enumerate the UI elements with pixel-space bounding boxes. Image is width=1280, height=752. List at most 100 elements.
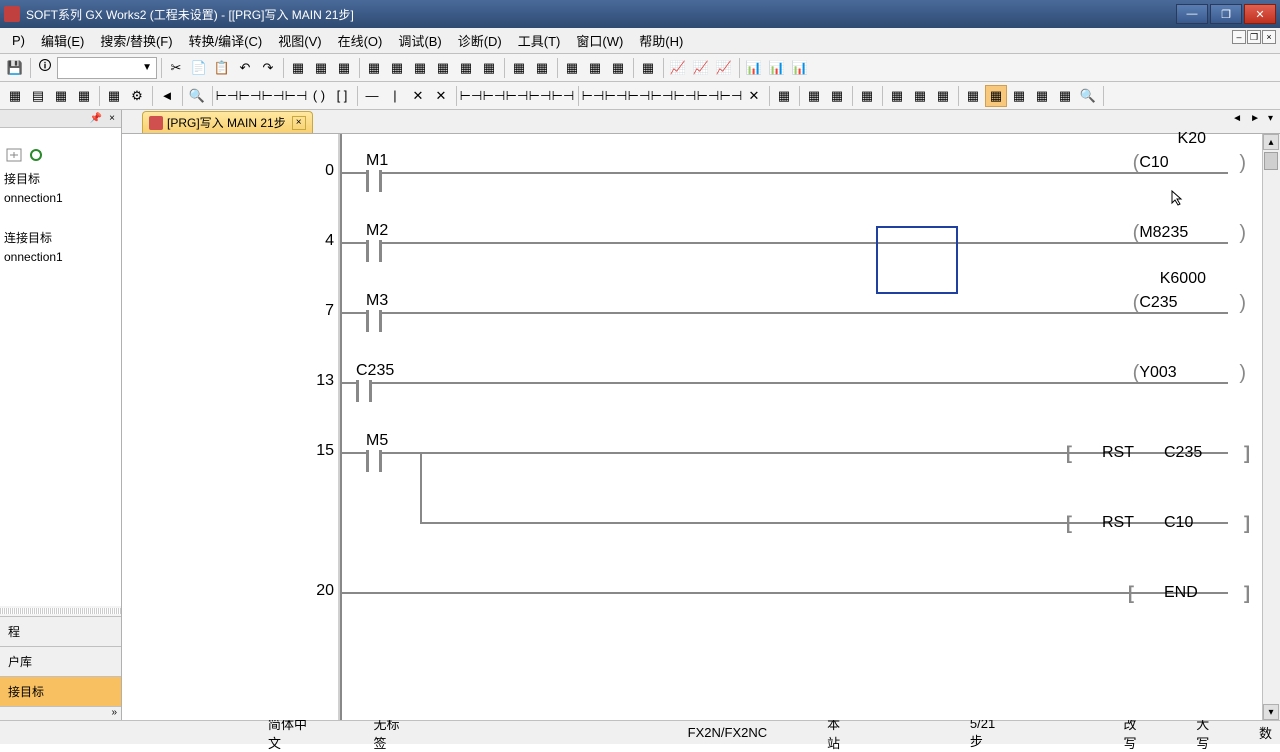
trace2-button[interactable]: 📈	[690, 57, 712, 79]
remote-button[interactable]: ▦	[637, 57, 659, 79]
monitor-button[interactable]: ▦	[432, 57, 454, 79]
read-button[interactable]: ▦	[386, 57, 408, 79]
sfc-button[interactable]: ▦	[50, 85, 72, 107]
l5-button[interactable]: ⊢⊣	[552, 85, 574, 107]
l9-button[interactable]: ⊢⊣	[651, 85, 673, 107]
plc-write-button[interactable]: ▦	[508, 57, 530, 79]
menu-tools[interactable]: 工具(T)	[510, 29, 569, 52]
verify-button[interactable]: ▦	[409, 57, 431, 79]
l4-button[interactable]: ⊢⊣	[529, 85, 551, 107]
menu-convert[interactable]: 转换/编译(C)	[181, 29, 271, 52]
l6-button[interactable]: ⊢⊣	[582, 85, 604, 107]
trace6-button[interactable]: 📊	[789, 57, 811, 79]
l16-button[interactable]: ▦	[856, 85, 878, 107]
document-tab-close-button[interactable]: ×	[292, 116, 306, 130]
device3-button[interactable]: ▦	[607, 57, 629, 79]
redo-button[interactable]: ↷	[257, 57, 279, 79]
func-button[interactable]: [ ]	[331, 85, 353, 107]
del-button[interactable]: ✕	[743, 85, 765, 107]
monitor-write-button[interactable]: ▦	[455, 57, 477, 79]
st-button[interactable]: ▦	[73, 85, 95, 107]
contact-close-button[interactable]: ⊢⊣	[239, 85, 261, 107]
l11-button[interactable]: ⊢⊣	[697, 85, 719, 107]
trace3-button[interactable]: 📈	[713, 57, 735, 79]
settings-button[interactable]: ⚙	[126, 85, 148, 107]
l7-button[interactable]: ⊢⊣	[605, 85, 627, 107]
simulation-button[interactable]: ▦	[478, 57, 500, 79]
mdi-restore-button[interactable]: ❐	[1247, 30, 1261, 44]
l24-button[interactable]: ▦	[1054, 85, 1076, 107]
l18-button[interactable]: ▦	[909, 85, 931, 107]
menu-window[interactable]: 窗口(W)	[568, 29, 631, 52]
tree-expand-icon[interactable]	[6, 148, 22, 162]
panel-scroll-right[interactable]: »	[0, 706, 121, 720]
paste-button[interactable]: 📋	[211, 57, 233, 79]
device-button[interactable]: ▦	[561, 57, 583, 79]
contact-open-button[interactable]: ⊢⊣	[216, 85, 238, 107]
menu-online[interactable]: 在线(O)	[330, 29, 391, 52]
l25-button[interactable]: 🔍	[1077, 85, 1099, 107]
tab-nav-prev-button[interactable]: ◄	[1229, 112, 1245, 125]
maximize-button[interactable]: ❐	[1210, 4, 1242, 24]
contact-rise-button[interactable]: ⊢⊣	[262, 85, 284, 107]
mdi-close-button[interactable]: ×	[1262, 30, 1276, 44]
l23-button[interactable]: ▦	[1031, 85, 1053, 107]
del-hline-button[interactable]: ✕	[407, 85, 429, 107]
l8-button[interactable]: ⊢⊣	[628, 85, 650, 107]
trace1-button[interactable]: 📈	[667, 57, 689, 79]
grid-button[interactable]: ▦	[4, 85, 26, 107]
l10-button[interactable]: ⊢⊣	[674, 85, 696, 107]
list-button[interactable]: ▤	[27, 85, 49, 107]
device2-button[interactable]: ▦	[584, 57, 606, 79]
l20-button[interactable]: ▦	[962, 85, 984, 107]
l22-button[interactable]: ▦	[1008, 85, 1030, 107]
l14-button[interactable]: ▦	[803, 85, 825, 107]
write-button[interactable]: ▦	[363, 57, 385, 79]
find-button[interactable]: 🔍	[186, 85, 208, 107]
del-vline-button[interactable]: ✕	[430, 85, 452, 107]
contact-fall-button[interactable]: ⊢⊣	[285, 85, 307, 107]
scroll-thumb[interactable]	[1264, 152, 1278, 170]
panel-pin-button[interactable]: 📌	[89, 112, 103, 126]
menu-diagnosis[interactable]: 诊断(D)	[450, 29, 510, 52]
menu-search[interactable]: 搜索/替换(F)	[92, 29, 180, 52]
trace5-button[interactable]: 📊	[766, 57, 788, 79]
coil-button[interactable]: ( )	[308, 85, 330, 107]
compile-all-button[interactable]: ▦	[310, 57, 332, 79]
tree-refresh-icon[interactable]	[28, 148, 44, 162]
ladder-editor[interactable]: 0 M1 K20 (C10) 4	[122, 134, 1262, 720]
l1-button[interactable]: ⊢⊣	[460, 85, 482, 107]
copy-button[interactable]: 📄	[188, 57, 210, 79]
nav-back-button[interactable]: ◄	[156, 85, 178, 107]
l17-button[interactable]: ▦	[886, 85, 908, 107]
tree-item-1[interactable]: onnection1	[4, 189, 117, 207]
document-tab[interactable]: [PRG]写入 MAIN 21步 ×	[142, 111, 313, 133]
cut-button[interactable]: ✂	[165, 57, 187, 79]
panel-divider[interactable]	[0, 608, 121, 614]
menu-debug[interactable]: 调试(B)	[390, 29, 449, 52]
l2-button[interactable]: ⊢⊣	[483, 85, 505, 107]
tree-item-2[interactable]: onnection1	[4, 248, 117, 266]
menu-project[interactable]: P)	[4, 31, 33, 50]
help-icon[interactable]: 🛈	[34, 57, 56, 79]
menu-edit[interactable]: 编辑(E)	[33, 29, 92, 52]
panel-close-button[interactable]: ×	[105, 112, 119, 126]
close-button[interactable]: ✕	[1244, 4, 1276, 24]
mdi-minimize-button[interactable]: –	[1232, 30, 1246, 44]
trace4-button[interactable]: 📊	[743, 57, 765, 79]
l12-button[interactable]: ⊢⊣	[720, 85, 742, 107]
scroll-down-button[interactable]: ▾	[1263, 704, 1279, 720]
plc-read-button[interactable]: ▦	[531, 57, 553, 79]
save-button[interactable]: 💾	[4, 57, 26, 79]
comment-button[interactable]: ▦	[103, 85, 125, 107]
panel-tab-userlib[interactable]: 户库	[0, 646, 121, 676]
l19-button[interactable]: ▦	[932, 85, 954, 107]
hline-button[interactable]: —	[361, 85, 383, 107]
menu-view[interactable]: 视图(V)	[270, 29, 329, 52]
panel-tab-connection[interactable]: 接目标	[0, 676, 121, 706]
undo-button[interactable]: ↶	[234, 57, 256, 79]
tab-nav-next-button[interactable]: ►	[1247, 112, 1263, 125]
zoom-dropdown[interactable]: ▼	[57, 57, 157, 79]
menu-help[interactable]: 帮助(H)	[631, 29, 691, 52]
l13-button[interactable]: ▦	[773, 85, 795, 107]
